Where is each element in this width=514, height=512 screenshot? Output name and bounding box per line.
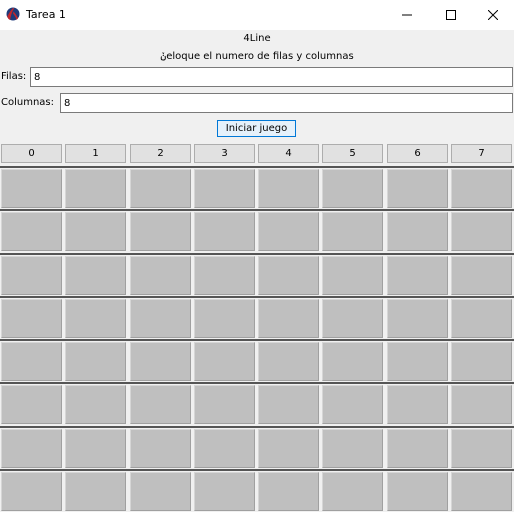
board-cell[interactable] [130, 429, 191, 468]
board-cell[interactable] [387, 472, 448, 511]
column-button-6[interactable]: 6 [387, 144, 448, 163]
board-cell[interactable] [258, 472, 319, 511]
racket-logo-icon [6, 7, 20, 21]
close-button[interactable] [470, 0, 514, 30]
close-icon [488, 10, 498, 20]
game-board [0, 166, 514, 512]
board-cell[interactable] [194, 342, 255, 381]
board-cell[interactable] [258, 385, 319, 424]
board-cell[interactable] [451, 212, 512, 251]
board-cell[interactable] [387, 385, 448, 424]
board-cell[interactable] [451, 385, 512, 424]
board-cell[interactable] [130, 256, 191, 295]
columns-input[interactable] [60, 93, 513, 113]
row-separator [0, 339, 514, 341]
board-cell[interactable] [387, 256, 448, 295]
board-cell[interactable] [194, 429, 255, 468]
board-cell[interactable] [387, 169, 448, 208]
board-cell[interactable] [258, 169, 319, 208]
board-cell[interactable] [1, 212, 62, 251]
board-cell[interactable] [1, 169, 62, 208]
start-game-button[interactable]: Iniciar juego [217, 120, 296, 137]
board-cell[interactable] [65, 472, 126, 511]
row-separator [0, 296, 514, 298]
board-cell[interactable] [387, 342, 448, 381]
board-cell[interactable] [194, 169, 255, 208]
maximize-icon [446, 10, 456, 20]
board-cell[interactable] [322, 385, 383, 424]
board-cell[interactable] [130, 299, 191, 338]
row-separator [0, 209, 514, 211]
board-cell[interactable] [1, 256, 62, 295]
row-separator [0, 426, 514, 428]
board-cell[interactable] [130, 212, 191, 251]
board-cell[interactable] [1, 342, 62, 381]
minimize-icon [402, 14, 412, 16]
board-cell[interactable] [194, 299, 255, 338]
board-cell[interactable] [194, 212, 255, 251]
board-cell[interactable] [451, 472, 512, 511]
board-cell[interactable] [322, 256, 383, 295]
board-cell[interactable] [65, 385, 126, 424]
column-button-1[interactable]: 1 [65, 144, 126, 163]
rows-input[interactable] [30, 67, 513, 87]
board-cell[interactable] [322, 212, 383, 251]
board-cell[interactable] [1, 472, 62, 511]
board-cell[interactable] [387, 299, 448, 338]
board-cell[interactable] [451, 429, 512, 468]
board-cell[interactable] [130, 342, 191, 381]
row-separator [0, 253, 514, 255]
board-cell[interactable] [65, 256, 126, 295]
board-cell[interactable] [451, 299, 512, 338]
board-cell[interactable] [65, 169, 126, 208]
board-cell[interactable] [65, 342, 126, 381]
board-cell[interactable] [322, 342, 383, 381]
rows-label: Filas: [1, 71, 27, 82]
row-separator [0, 382, 514, 384]
row-separator [0, 469, 514, 471]
board-cell[interactable] [322, 472, 383, 511]
board-cell[interactable] [1, 385, 62, 424]
board-cell[interactable] [322, 429, 383, 468]
title-bar[interactable]: Tarea 1 [0, 0, 514, 30]
board-cell[interactable] [65, 299, 126, 338]
board-cell[interactable] [258, 256, 319, 295]
column-button-7[interactable]: 7 [451, 144, 512, 163]
column-button-0[interactable]: 0 [1, 144, 62, 163]
board-cell[interactable] [258, 342, 319, 381]
board-cell[interactable] [194, 472, 255, 511]
maximize-button[interactable] [428, 0, 474, 30]
column-button-3[interactable]: 3 [194, 144, 255, 163]
board-cell[interactable] [65, 429, 126, 468]
board-cell[interactable] [1, 429, 62, 468]
column-button-4[interactable]: 4 [258, 144, 319, 163]
column-buttons: 01234567 [0, 144, 514, 163]
board-cell[interactable] [451, 169, 512, 208]
instruction-text: ݩeloque el numero de filas y columnas [160, 51, 354, 62]
board-cell[interactable] [130, 169, 191, 208]
column-button-2[interactable]: 2 [130, 144, 191, 163]
board-cell[interactable] [451, 256, 512, 295]
board-cell[interactable] [65, 212, 126, 251]
row-separator [0, 166, 514, 168]
board-cell[interactable] [387, 429, 448, 468]
app-title: 4Line [243, 33, 271, 44]
board-cell[interactable] [130, 472, 191, 511]
board-cell[interactable] [387, 212, 448, 251]
window-title: Tarea 1 [26, 8, 66, 21]
board-cell[interactable] [258, 212, 319, 251]
board-cell[interactable] [322, 169, 383, 208]
board-cell[interactable] [451, 342, 512, 381]
board-cell[interactable] [258, 299, 319, 338]
board-cell[interactable] [1, 299, 62, 338]
board-cell[interactable] [130, 385, 191, 424]
minimize-button[interactable] [384, 0, 430, 30]
board-cell[interactable] [194, 256, 255, 295]
columns-label: Columnas: [1, 97, 55, 108]
board-cell[interactable] [322, 299, 383, 338]
board-cell[interactable] [194, 385, 255, 424]
column-button-5[interactable]: 5 [322, 144, 383, 163]
board-cell[interactable] [258, 429, 319, 468]
